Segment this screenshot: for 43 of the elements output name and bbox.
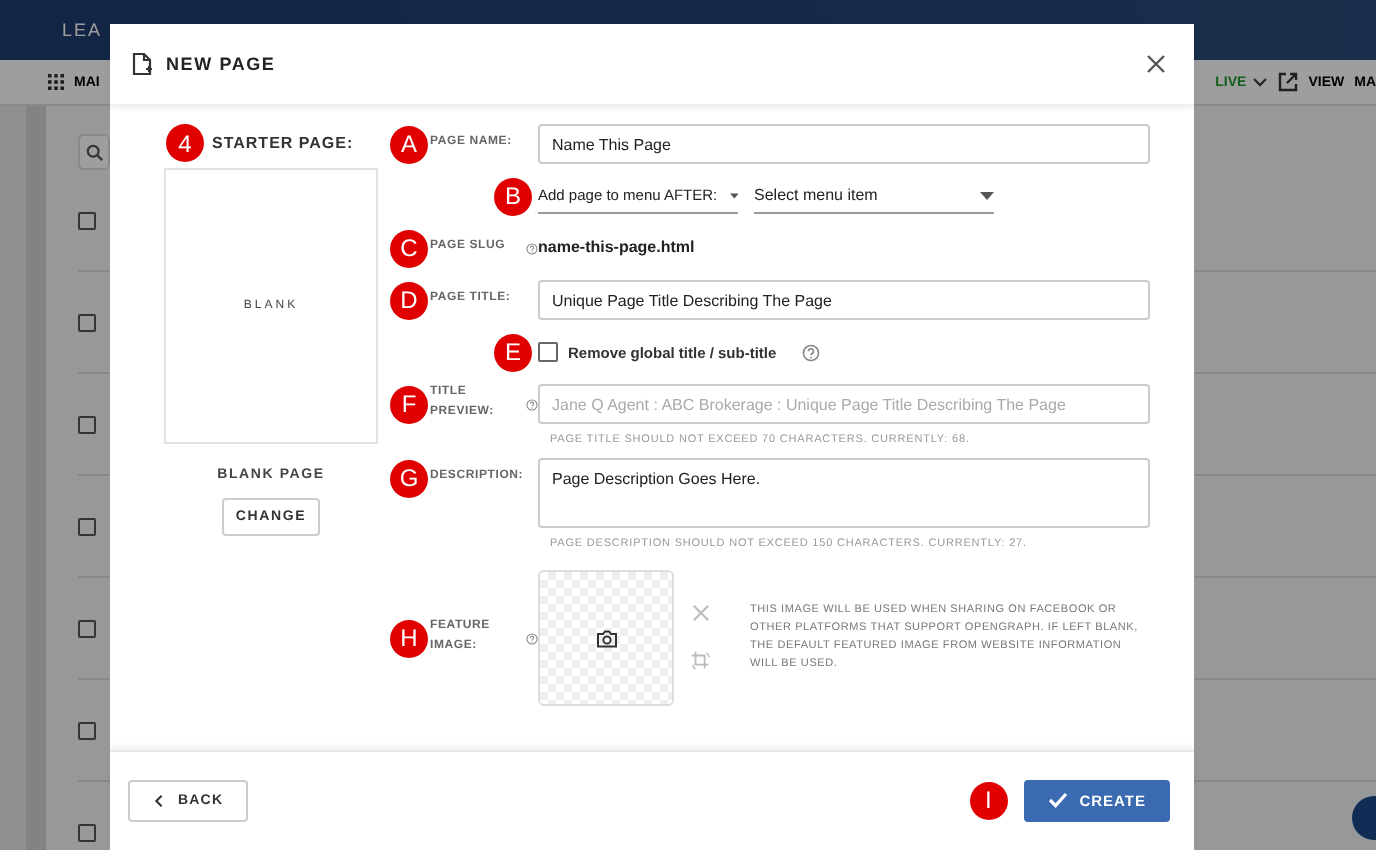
row-checkbox[interactable] — [78, 517, 96, 535]
marker-badge: 4 — [166, 124, 204, 162]
marker-badge: C — [390, 229, 428, 267]
help-icon[interactable] — [802, 343, 821, 361]
dialog-title: NEW PAGE — [166, 54, 276, 74]
caret-icon[interactable] — [1252, 76, 1269, 88]
external-link-icon[interactable] — [1278, 72, 1299, 92]
text-field[interactable]: Jane Q Agent : ABC Brokerage : Unique Page Title Describing The Page — [538, 384, 1150, 424]
row-checkbox[interactable] — [78, 721, 96, 739]
grid-icon[interactable] — [48, 74, 64, 90]
row-checkbox[interactable] — [78, 415, 96, 433]
row-checkbox[interactable] — [78, 823, 96, 841]
close-icon[interactable] — [1146, 54, 1166, 74]
marker-badge: G — [390, 459, 428, 497]
help-icon[interactable] — [526, 629, 538, 647]
search-field[interactable] — [78, 134, 110, 170]
caret-icon — [729, 191, 738, 199]
menu-item-select[interactable]: Select menu item — [754, 179, 994, 213]
section-label: STARTER PAGE: — [212, 134, 354, 152]
caret-icon — [980, 191, 994, 199]
help-icon[interactable] — [526, 239, 538, 257]
search-icon — [85, 143, 103, 161]
marker-badge: D — [390, 281, 428, 319]
row-checkbox[interactable] — [78, 313, 96, 331]
marker-badge: I — [969, 781, 1008, 819]
marker-badge: B — [494, 177, 532, 215]
row-checkbox[interactable] — [78, 619, 96, 637]
marker-badge: A — [390, 125, 428, 163]
marker-badge: H — [390, 619, 428, 657]
text-field[interactable]: Name This Page — [538, 124, 1150, 164]
row-checkbox[interactable] — [78, 211, 96, 229]
camera-icon — [595, 629, 617, 647]
slug-text: name-this-page.html — [538, 236, 697, 260]
marker-badge: F — [390, 385, 428, 423]
text-field[interactable]: Unique Page Title Describing The Page — [538, 280, 1150, 320]
help-icon[interactable] — [526, 395, 538, 413]
new-page-icon — [132, 52, 154, 76]
checkbox[interactable] — [538, 342, 558, 362]
chevron-left-icon — [154, 793, 164, 807]
description-field[interactable]: Page Description Goes Here. — [538, 458, 1150, 528]
check-icon — [1047, 792, 1068, 808]
nav-item[interactable]: LEA — [62, 20, 103, 40]
marker-badge: E — [494, 333, 532, 371]
